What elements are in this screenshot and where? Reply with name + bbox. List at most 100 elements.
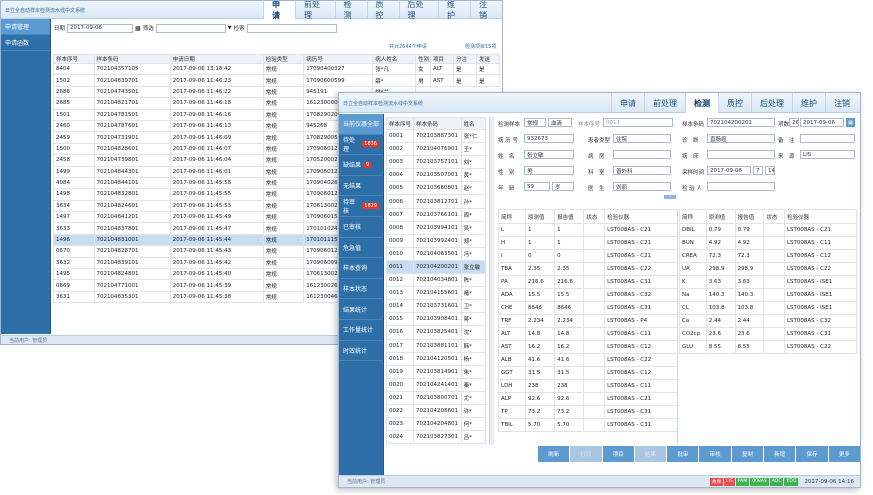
- name-field[interactable]: 张立敏: [524, 150, 574, 159]
- table-cell[interactable]: 16.2: [554, 340, 585, 354]
- action-button[interactable]: 批审: [667, 446, 700, 462]
- result-row[interactable]: CL 103.8 103.8 LST008AS - ISE1: [679, 301, 857, 315]
- sample-row[interactable]: 0016 702103825401 沈*: [386, 325, 487, 340]
- calendar-icon[interactable]: ▦: [846, 118, 855, 127]
- table-cell[interactable]: 238: [554, 379, 585, 393]
- sample-row[interactable]: 0020 702104241401 秦*: [386, 377, 487, 392]
- table-cell[interactable]: 0: [554, 249, 585, 263]
- result-row[interactable]: ALT 14.8 14.8 LST008AS - C11: [498, 327, 677, 341]
- column-header[interactable]: 原测值: [525, 209, 556, 224]
- table-cell[interactable]: 1: [554, 223, 585, 237]
- result-row[interactable]: TBIL 5.70 5.70 LST008AS - C31: [498, 418, 677, 432]
- sidebar-item[interactable]: 待处理 1836: [339, 135, 383, 156]
- sex-select[interactable]: 男: [524, 166, 574, 175]
- result-row[interactable]: I 0 0 LST008AS - C21: [498, 249, 677, 263]
- result-row[interactable]: K 3.63 3.63 LST008AS - ISE1: [679, 275, 857, 289]
- source-select[interactable]: LIS: [800, 150, 855, 159]
- sample-row[interactable]: 0017 702103881101 韩*: [386, 338, 487, 353]
- sample-row[interactable]: 0014 702103731601 卫*: [386, 299, 487, 314]
- sidebar-item[interactable]: 当前仪器全部: [339, 114, 383, 135]
- ward-select[interactable]: [613, 150, 671, 159]
- table-cell[interactable]: 216.6: [554, 275, 585, 289]
- collect-hour[interactable]: 7: [753, 166, 763, 175]
- result-row[interactable]: LDH 238 238 LST008AS - C11: [498, 379, 677, 393]
- column-header[interactable]: 病历号: [303, 54, 374, 64]
- result-row[interactable]: GLU 8.55 8.55 LST008AS - C22: [679, 340, 857, 354]
- action-button[interactable]: 复制: [731, 446, 765, 462]
- result-row[interactable]: ADA 15.5 15.5 LST008AS - C32: [498, 288, 677, 302]
- result-row[interactable]: AST 16.2 16.2 LST008AS - C12: [498, 340, 677, 354]
- sidebar-item[interactable]: 待审核 1829: [339, 196, 383, 217]
- result-row[interactable]: DBIL 0.79 0.79 LST008AS - C21: [679, 223, 857, 237]
- date-field[interactable]: 2017-09-06: [800, 118, 844, 127]
- date-field[interactable]: 2017-09-06: [67, 23, 134, 33]
- sample-row[interactable]: 0004 702103507001 黄*: [386, 168, 487, 183]
- table-cell[interactable]: 41.6: [554, 353, 585, 367]
- table-cell[interactable]: 298.9: [734, 262, 765, 276]
- sidebar-item[interactable]: 结果统计: [339, 299, 383, 320]
- sidebar-item[interactable]: 无结果: [339, 176, 383, 197]
- table-row[interactable]: 8404 702104357105 2017-09-06 13:18:42 常规 170…: [53, 62, 429, 76]
- sample-row[interactable]: 0013 702104155601 褚*: [386, 286, 487, 301]
- table-cell[interactable]: 14.8: [554, 327, 585, 341]
- sidebar-item[interactable]: 申请管理: [1, 19, 50, 35]
- column-header[interactable]: 性别: [415, 54, 429, 64]
- table-cell[interactable]: 31.5: [554, 366, 585, 380]
- sample-row[interactable]: 0008 702103994101 吴*: [386, 220, 487, 235]
- result-row[interactable]: L 1 1 LST008AS - C21: [498, 223, 677, 237]
- column-header[interactable]: 报告值: [554, 209, 585, 224]
- action-button[interactable]: 更多: [828, 446, 860, 462]
- column-header[interactable]: 检验仪器: [604, 209, 677, 224]
- action-button[interactable]: 新增: [764, 446, 797, 462]
- menu-item[interactable]: 检测: [334, 1, 367, 20]
- menu-item[interactable]: 注销: [470, 1, 502, 20]
- sample-scrollbar[interactable]: [489, 117, 494, 445]
- menu-item[interactable]: 前处理: [295, 1, 335, 20]
- column-header[interactable]: 病人姓名: [372, 54, 417, 64]
- column-header[interactable]: 检验类型: [262, 54, 305, 64]
- note-field[interactable]: [800, 134, 855, 143]
- sidebar-item[interactable]: 工作量统计: [339, 320, 383, 341]
- column-header[interactable]: 样本序号: [386, 117, 415, 130]
- result-row[interactable]: CHE 8646 8646 LST008AS - C31: [498, 301, 677, 315]
- sample-row[interactable]: 0001 702103887301 张*仁: [386, 128, 487, 144]
- diag-field[interactable]: 直肠癌: [707, 134, 775, 143]
- table-cell[interactable]: 8646: [554, 301, 585, 315]
- search-input[interactable]: [246, 23, 337, 33]
- table-cell[interactable]: 72.3: [734, 249, 765, 263]
- sample-row[interactable]: 0006 702103812701 孙*: [386, 194, 487, 209]
- result-row[interactable]: TBA 2.35 2.35 LST008AS - C22: [498, 262, 677, 276]
- table-cell[interactable]: 4.92: [734, 236, 765, 250]
- table-cell[interactable]: 0.79: [734, 223, 765, 237]
- sample-no-field[interactable]: 0011: [603, 118, 673, 127]
- column-header[interactable]: 样本条码: [413, 117, 462, 130]
- column-header[interactable]: 姓名: [460, 117, 487, 130]
- action-button[interactable]: 保存: [796, 446, 829, 462]
- result-row[interactable]: TP 73.2 73.2 LST008AS - C31: [498, 405, 677, 419]
- table-cell[interactable]: 23.6: [734, 327, 765, 341]
- menu-item[interactable]: 后处理: [398, 1, 439, 20]
- sample-row[interactable]: 0018 702104120501 杨*: [386, 351, 487, 366]
- column-header[interactable]: 简称: [498, 209, 527, 224]
- sample-row[interactable]: 0002 702104076901 王*: [386, 142, 487, 157]
- sample-row[interactable]: 0003 702103757101 刘*: [386, 155, 487, 170]
- result-row[interactable]: GGT 31.5 31.5 LST008AS - C12: [498, 366, 677, 380]
- column-header[interactable]: 报告值: [734, 209, 765, 224]
- column-header[interactable]: 状态: [763, 209, 785, 224]
- column-header[interactable]: 申请日期: [169, 54, 264, 64]
- sidebar-item[interactable]: 申请函数: [1, 35, 50, 51]
- table-cell[interactable]: 1: [554, 236, 585, 250]
- table-cell[interactable]: 92.6: [554, 392, 585, 406]
- filter-select[interactable]: [155, 23, 226, 33]
- dept-select[interactable]: 普外科: [613, 166, 671, 175]
- result-row[interactable]: CO2cp 23.6 23.6 LST008AS - C31: [679, 327, 857, 341]
- sidebar-item[interactable]: 时效统计: [339, 341, 383, 362]
- sample-row[interactable]: 0009 702103992401 郑*: [386, 233, 487, 248]
- instrument-select[interactable]: 常规: [524, 118, 546, 127]
- menu-item[interactable]: 前处理: [644, 93, 685, 113]
- action-button[interactable]: 结果: [634, 446, 668, 462]
- column-header[interactable]: 简称: [679, 209, 707, 224]
- table-cell[interactable]: 8.55: [734, 340, 765, 354]
- checker-select[interactable]: [707, 182, 775, 191]
- column-header[interactable]: 样本序号: [53, 54, 95, 64]
